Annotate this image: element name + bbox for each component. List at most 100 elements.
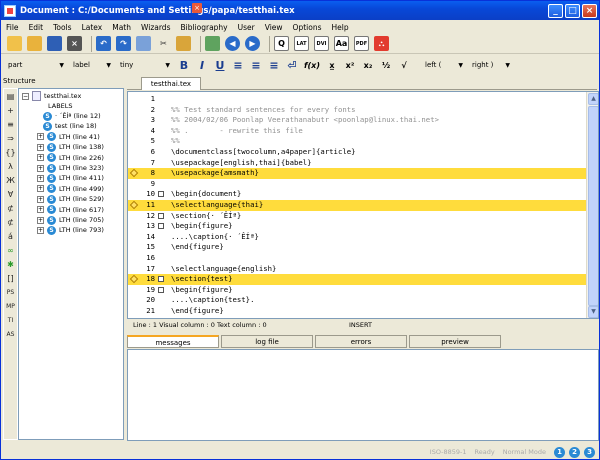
structure-item[interactable]: + S LTH (line 617) <box>37 205 104 215</box>
messages-panel[interactable] <box>127 349 599 441</box>
superscript-button[interactable]: x² <box>342 58 358 73</box>
relation-symbols-icon[interactable]: + <box>5 105 16 116</box>
scroll-thumb[interactable] <box>588 106 598 306</box>
expand-icon[interactable]: + <box>37 206 44 214</box>
view-3-button[interactable]: 3 <box>584 446 595 458</box>
menu-options[interactable]: Options <box>288 23 327 32</box>
right-delim-combo[interactable]: right ) ▼ <box>469 58 513 72</box>
menu-bibliography[interactable]: Bibliography <box>175 23 232 32</box>
labels-node[interactable]: LABELS <box>48 101 73 111</box>
code-line[interactable]: 8 \usepackage{amsmath} <box>128 168 586 179</box>
fold-toggle-icon[interactable] <box>158 212 164 219</box>
menu-wizards[interactable]: Wizards <box>136 23 176 32</box>
code-line[interactable]: 13 \begin{figure} <box>128 221 586 232</box>
align-left-button[interactable]: ≡ <box>230 58 246 73</box>
expand-icon[interactable]: + <box>37 143 44 151</box>
code-line[interactable]: 10 \begin{document} <box>128 189 586 200</box>
view-2-button[interactable]: 2 <box>569 446 580 458</box>
maximize-button[interactable]: □ <box>565 3 580 18</box>
pdflatex-icon[interactable]: PDF <box>354 36 369 51</box>
code-line[interactable]: 15 \end{figure} <box>128 242 586 253</box>
tab-messages[interactable]: messages <box>127 335 219 348</box>
expand-icon[interactable]: + <box>37 226 44 234</box>
expand-icon[interactable]: + <box>37 164 44 172</box>
structure-item[interactable]: + S LTH (line 411) <box>37 173 104 183</box>
pstricks-icon[interactable]: PS <box>5 287 16 298</box>
scroll-down-icon[interactable]: ▼ <box>588 306 598 318</box>
cut-icon[interactable]: ✂ <box>156 36 171 51</box>
dvi-ps-icon[interactable]: DVI <box>314 36 329 51</box>
section-combo[interactable]: part ▼ <box>5 58 67 72</box>
close-button[interactable]: × <box>582 3 597 18</box>
math-symbols-icon[interactable]: ⊄ <box>5 203 16 214</box>
structure-item[interactable]: + S LTH (line 41) <box>37 132 100 142</box>
code-line[interactable]: 12 \section{· ´ÊÍª} <box>128 211 586 222</box>
sqrt-button[interactable]: √ <box>396 58 412 73</box>
italic-button[interactable]: I <box>194 58 210 73</box>
code-line[interactable]: 2 %% Test standard sentences for every fo… <box>128 105 586 116</box>
menu-view[interactable]: View <box>260 23 288 32</box>
bold-button[interactable]: B <box>176 58 192 73</box>
fold-toggle-icon[interactable] <box>158 223 164 230</box>
code-line[interactable]: 5%% <box>128 136 586 147</box>
structure-item[interactable]: + S LTH (line 138) <box>37 142 104 152</box>
size-combo[interactable]: tiny ▼ <box>117 58 173 72</box>
newline-button[interactable]: ⏎ <box>284 58 300 73</box>
favorites-icon[interactable]: ∞ <box>5 245 16 256</box>
next-icon[interactable]: ▶ <box>245 36 260 51</box>
view-1-button[interactable]: 1 <box>554 446 565 458</box>
tab-preview[interactable]: preview <box>409 335 501 348</box>
code-line[interactable]: 17 \selectlanguage{english} <box>128 264 586 275</box>
structure-item[interactable]: Stest (line 18) <box>43 121 97 131</box>
cyrillic-symbols-icon[interactable]: Ж <box>5 175 16 186</box>
left-delim-combo[interactable]: left (▼ <box>422 58 466 72</box>
label-combo[interactable]: label ▼ <box>70 58 114 72</box>
structure-item[interactable]: + S LTH (line 226) <box>37 153 104 163</box>
usage-icon[interactable]: ✱ <box>5 259 16 270</box>
structure-item[interactable]: S · ´ÊÍª (line 12) <box>43 111 101 121</box>
menu-file[interactable]: File <box>1 23 24 32</box>
code-line[interactable]: 3 %% 2004/02/06 Poonlap Veerathanabutr <p… <box>128 115 586 126</box>
code-editor[interactable]: 1 2 %% Test standard sentences for every f… <box>127 91 599 319</box>
bracket-panel-icon[interactable]: [] <box>5 273 16 284</box>
fold-toggle-icon[interactable] <box>158 276 164 283</box>
expand-icon[interactable]: + <box>37 216 44 224</box>
arrow-symbols-icon[interactable]: ⇒ <box>5 133 16 144</box>
tab-testthai[interactable]: testthai.tex <box>141 77 201 90</box>
paste-icon[interactable] <box>176 36 191 51</box>
save-icon[interactable] <box>47 36 62 51</box>
undo-icon[interactable]: ↶ <box>96 36 111 51</box>
code-line[interactable]: 21 \end{figure} <box>128 306 586 317</box>
tab-errors[interactable]: errors <box>315 335 407 348</box>
code-line[interactable]: 19 \begin{figure} <box>128 285 586 296</box>
menu-math[interactable]: Math <box>107 23 136 32</box>
code-line[interactable]: 11 \selectlanguage{thai} <box>128 200 586 211</box>
structure-item[interactable]: + S LTH (line 705) <box>37 215 104 225</box>
open-file-icon[interactable] <box>27 36 42 51</box>
foreign-symbols-icon[interactable]: ⊄ <box>5 217 16 228</box>
expand-icon[interactable]: + <box>37 174 44 182</box>
menu-help[interactable]: Help <box>327 23 354 32</box>
menu-edit[interactable]: Edit <box>24 23 49 32</box>
align-center-button[interactable]: ≡ <box>248 58 264 73</box>
copy-icon[interactable] <box>136 36 151 51</box>
quick-build-icon[interactable]: Q <box>274 36 289 51</box>
function-button[interactable]: f(x) <box>302 58 322 73</box>
fold-toggle-icon[interactable] <box>158 286 164 293</box>
subscript-button[interactable]: x₂ <box>360 58 376 73</box>
menu-user[interactable]: User <box>233 23 260 32</box>
collapse-icon[interactable]: − <box>22 92 29 100</box>
code-line[interactable]: 7 \usepackage[english,thai]{babel} <box>128 158 586 169</box>
expand-icon[interactable]: + <box>37 133 44 141</box>
latex-icon[interactable]: LAT <box>294 36 309 51</box>
greek-symbols-icon[interactable]: λ <box>5 161 16 172</box>
menu-latex[interactable]: Latex <box>77 23 108 32</box>
scroll-up-icon[interactable]: ▲ <box>588 93 598 105</box>
code-line[interactable]: 18 \section{test} <box>128 274 586 285</box>
close-tab-icon[interactable]: × <box>192 3 202 13</box>
expand-icon[interactable]: + <box>37 185 44 193</box>
previous-icon[interactable]: ◀ <box>225 36 240 51</box>
structure-panel-icon[interactable]: ▤ <box>5 91 16 102</box>
code-line[interactable]: 16 <box>128 253 586 264</box>
structure-item[interactable]: + S LTH (line 499) <box>37 184 104 194</box>
